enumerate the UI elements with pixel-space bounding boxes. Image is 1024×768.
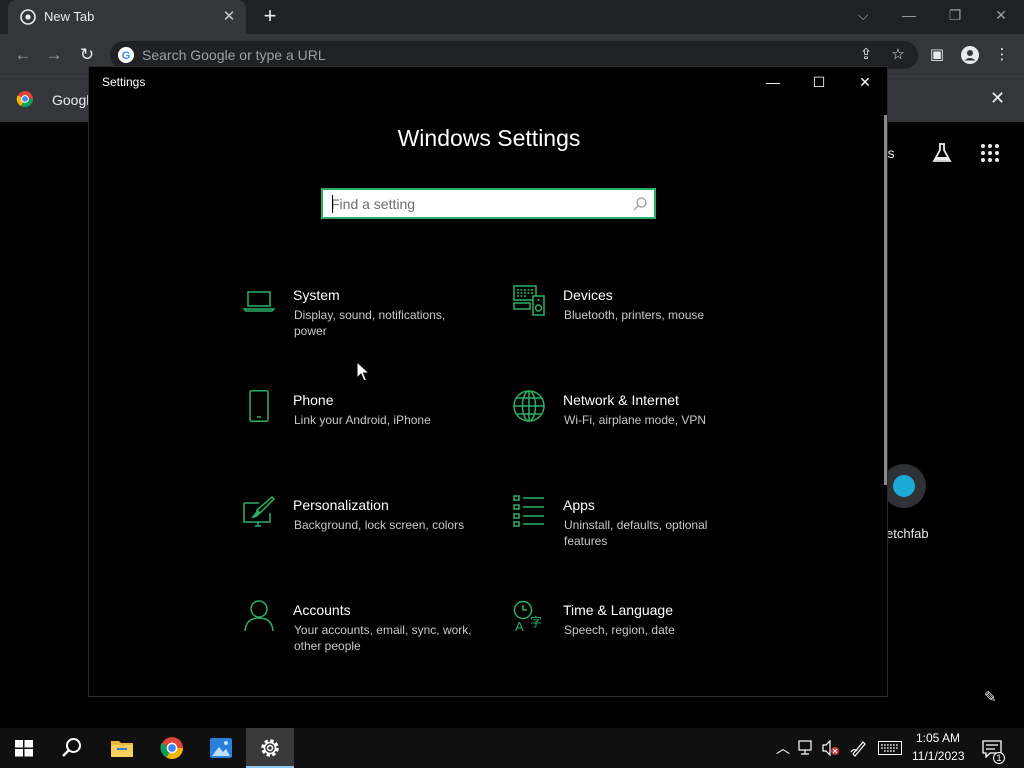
bookmark-star-icon[interactable]: ☆ — [888, 45, 908, 65]
photos-icon — [210, 738, 232, 758]
pen-workspace-icon[interactable] — [850, 739, 868, 757]
globe-icon — [513, 390, 545, 422]
phone-icon — [249, 390, 269, 422]
person-icon — [244, 600, 274, 632]
tile-name: Phone — [293, 392, 334, 408]
taskbar-photos-app[interactable] — [197, 728, 245, 768]
keyboard-speaker-icon — [513, 285, 545, 316]
google-apps-grid-icon[interactable] — [980, 143, 1000, 163]
banner-close-icon[interactable]: ✕ — [990, 88, 1005, 109]
settings-window: Settings — ☐ ✕ Windows Settings System D… — [88, 66, 888, 697]
svg-text:A: A — [515, 619, 524, 632]
settings-tile-personalization[interactable]: Personalization Background, lock screen,… — [243, 495, 483, 575]
tile-description: Display, sound, notifications, power — [294, 308, 446, 338]
search-icon — [62, 738, 81, 757]
google-g-icon: G — [118, 47, 134, 63]
chrome-restore-button[interactable]: ❐ — [941, 4, 969, 26]
tile-description: Speech, region, date — [564, 623, 675, 637]
labs-flask-icon[interactable] — [930, 141, 954, 165]
notification-count-badge: 1 — [993, 752, 1005, 764]
customize-pencil-icon[interactable]: ✎ — [984, 688, 997, 706]
tab-search-chevron-icon[interactable]: ⌵ — [849, 4, 877, 26]
find-setting-search-box[interactable] — [321, 188, 656, 219]
omnibox-placeholder: Search Google or type a URL — [142, 47, 326, 63]
text-caret — [332, 195, 333, 213]
settings-maximize-button[interactable]: ☐ — [804, 71, 834, 93]
search-magnifier-icon[interactable] — [632, 196, 648, 212]
network-icon[interactable] — [798, 740, 816, 756]
share-icon[interactable]: ⇪ — [856, 45, 876, 65]
tile-name: Accounts — [293, 602, 351, 618]
svg-text:字: 字 — [530, 614, 542, 629]
start-button[interactable] — [0, 728, 48, 768]
folder-icon — [111, 741, 133, 757]
clock-time[interactable]: 1:05 AM — [916, 731, 960, 745]
settings-tile-accounts[interactable]: Accounts Your accounts, email, sync, wor… — [243, 600, 483, 680]
tab-title: New Tab — [44, 9, 95, 24]
sketchfab-logo-icon — [893, 475, 915, 497]
forward-arrow-icon[interactable]: → — [43, 44, 65, 66]
gear-icon — [261, 739, 279, 757]
chrome-menu-icon[interactable]: ⋮ — [992, 45, 1012, 65]
mouse-cursor-icon — [356, 361, 370, 382]
tile-name: Apps — [563, 497, 595, 513]
settings-tile-devices[interactable]: Devices Bluetooth, printers, mouse — [513, 285, 753, 365]
settings-tile-phone[interactable]: Phone Link your Android, iPhone — [243, 390, 483, 470]
reload-icon[interactable]: ↻ — [76, 44, 98, 66]
settings-heading: Windows Settings — [397, 125, 581, 151]
tile-name: Time & Language — [563, 602, 673, 618]
clock-date[interactable]: 11/1/2023 — [912, 749, 965, 763]
desktop: New Tab ✕ + ⌵ — ❐ ✕ ← → ↻ G Search Googl… — [0, 0, 1024, 768]
profile-avatar-icon[interactable] — [960, 45, 980, 65]
chrome-logo-icon — [16, 91, 34, 108]
taskbar-settings[interactable] — [246, 728, 294, 768]
back-arrow-icon[interactable]: ← — [12, 44, 34, 66]
tile-description: Your accounts, email, sync, work, other … — [294, 623, 472, 653]
settings-tile-network[interactable]: Network & Internet Wi-Fi, airplane mode,… — [513, 390, 753, 470]
settings-minimize-button[interactable]: — — [758, 71, 788, 93]
settings-tile-system[interactable]: System Display, sound, notifications, po… — [243, 285, 483, 365]
tile-name: Personalization — [293, 497, 389, 513]
side-panel-icon[interactable]: ▣ — [927, 45, 947, 65]
new-tab-button[interactable]: + — [258, 4, 282, 28]
paint-brush-icon — [243, 495, 275, 527]
taskbar-file-explorer[interactable] — [98, 728, 146, 768]
time-language-icon: A 字 — [513, 600, 542, 632]
speaker-muted-icon[interactable] — [822, 740, 840, 756]
settings-tile-apps[interactable]: Apps Uninstall, defaults, optional featu… — [513, 495, 753, 575]
banner-label[interactable]: Googl — [52, 92, 89, 108]
omnibox[interactable]: G Search Google or type a URL — [110, 41, 918, 69]
touch-keyboard-icon[interactable] — [878, 741, 902, 755]
chrome-favicon-icon — [20, 9, 36, 25]
settings-tile-time-language[interactable]: A 字 Time & Language Speech, region, date — [513, 600, 753, 680]
tile-description: Wi-Fi, airplane mode, VPN — [564, 413, 707, 427]
tile-name: Devices — [563, 287, 613, 303]
tile-name: System — [293, 287, 340, 303]
tile-description: Link your Android, iPhone — [294, 413, 431, 427]
taskbar-chrome[interactable] — [148, 728, 196, 768]
tile-description: Background, lock screen, colors — [294, 518, 465, 532]
windows-logo-icon — [15, 740, 33, 757]
taskbar-search-button[interactable] — [48, 728, 96, 768]
tile-description: Bluetooth, printers, mouse — [564, 308, 705, 322]
svg-text:G: G — [122, 50, 131, 62]
chrome-logo-icon — [160, 737, 183, 759]
settings-window-title: Settings — [102, 75, 146, 89]
settings-scrollbar[interactable] — [884, 115, 887, 485]
laptop-icon — [243, 291, 275, 312]
sketchfab-shortcut-label: etchfab — [886, 526, 929, 541]
chrome-close-button[interactable]: ✕ — [987, 4, 1015, 26]
find-setting-input[interactable] — [331, 194, 621, 214]
tile-description: Uninstall, defaults, optional features — [564, 518, 708, 548]
chrome-tab-new-tab[interactable]: New Tab ✕ — [8, 0, 246, 34]
tile-name: Network & Internet — [563, 392, 679, 408]
settings-close-button[interactable]: ✕ — [850, 71, 880, 93]
sketchfab-shortcut-tile[interactable] — [882, 464, 926, 508]
apps-list-icon — [513, 495, 544, 527]
tray-overflow-chevron-icon[interactable]: ︿ — [776, 740, 790, 756]
chrome-minimize-button[interactable]: — — [895, 4, 923, 26]
tab-close-icon[interactable]: ✕ — [220, 7, 238, 25]
